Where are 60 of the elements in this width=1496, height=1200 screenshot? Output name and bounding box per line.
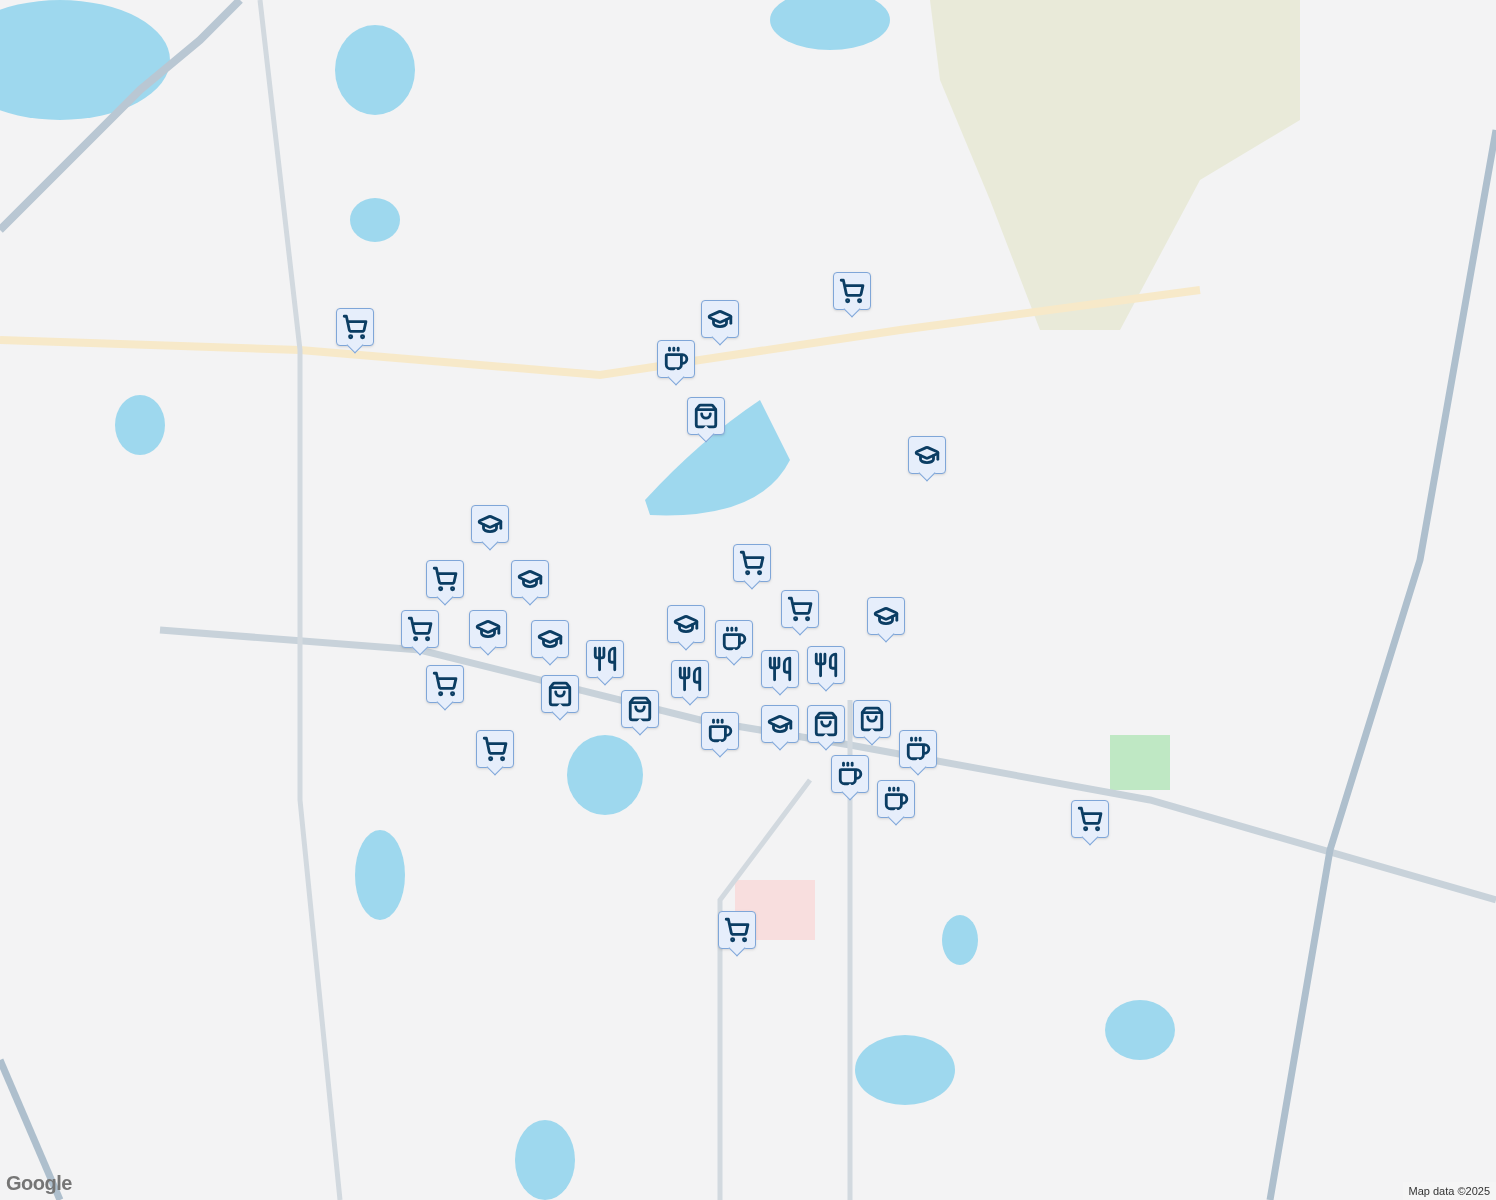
cup-icon [883,786,909,812]
map-pin[interactable] [831,755,869,801]
fork-knife-icon [677,666,703,692]
map-pin[interactable] [336,308,374,354]
map-pin[interactable] [586,640,624,686]
map-pin[interactable] [621,690,659,736]
shopping-bag-icon [547,681,573,707]
fork-knife-icon [767,656,793,682]
map-pin[interactable] [701,300,739,346]
cart-icon [432,671,458,697]
map-pin[interactable] [471,505,509,551]
map-pin[interactable] [781,590,819,636]
map-pin[interactable] [807,705,845,751]
fork-knife-icon [813,652,839,678]
map-pin[interactable] [701,712,739,758]
shopping-bag-icon [627,696,653,722]
map-pin[interactable] [541,675,579,721]
cart-icon [787,596,813,622]
map-pin[interactable] [899,730,937,776]
shopping-bag-icon [859,706,885,732]
map-pin[interactable] [401,610,439,656]
map-pin[interactable] [733,544,771,590]
map-pin[interactable] [657,340,695,386]
map-pin[interactable] [667,605,705,651]
cup-icon [707,718,733,744]
fork-knife-icon [592,646,618,672]
map-pin[interactable] [807,646,845,692]
map-pin[interactable] [718,911,756,957]
map-pin[interactable] [833,272,871,318]
cart-icon [1077,806,1103,832]
map-pin[interactable] [761,705,799,751]
cart-icon [739,550,765,576]
cup-icon [837,761,863,787]
map-pin[interactable] [867,597,905,643]
map-pin[interactable] [671,660,709,706]
map-pin[interactable] [511,560,549,606]
map-pin[interactable] [687,397,725,443]
cart-icon [407,616,433,642]
map-pin[interactable] [877,780,915,826]
google-logo: Google [6,1171,72,1196]
cart-icon [839,278,865,304]
shopping-bag-icon [693,403,719,429]
cart-icon [724,917,750,943]
cup-icon [905,736,931,762]
cup-icon [663,346,689,372]
map-pin[interactable] [426,560,464,606]
map-pin[interactable] [476,730,514,776]
map-pin[interactable] [531,620,569,666]
map-pin[interactable] [908,436,946,482]
map-pin[interactable] [761,650,799,696]
map-pin[interactable] [715,620,753,666]
cart-icon [342,314,368,340]
map-pin[interactable] [853,700,891,746]
map-pin[interactable] [1071,800,1109,846]
map-pin[interactable] [426,665,464,711]
map-pin[interactable] [469,610,507,656]
cup-icon [721,626,747,652]
cart-icon [432,566,458,592]
cart-icon [482,736,508,762]
shopping-bag-icon [813,711,839,737]
